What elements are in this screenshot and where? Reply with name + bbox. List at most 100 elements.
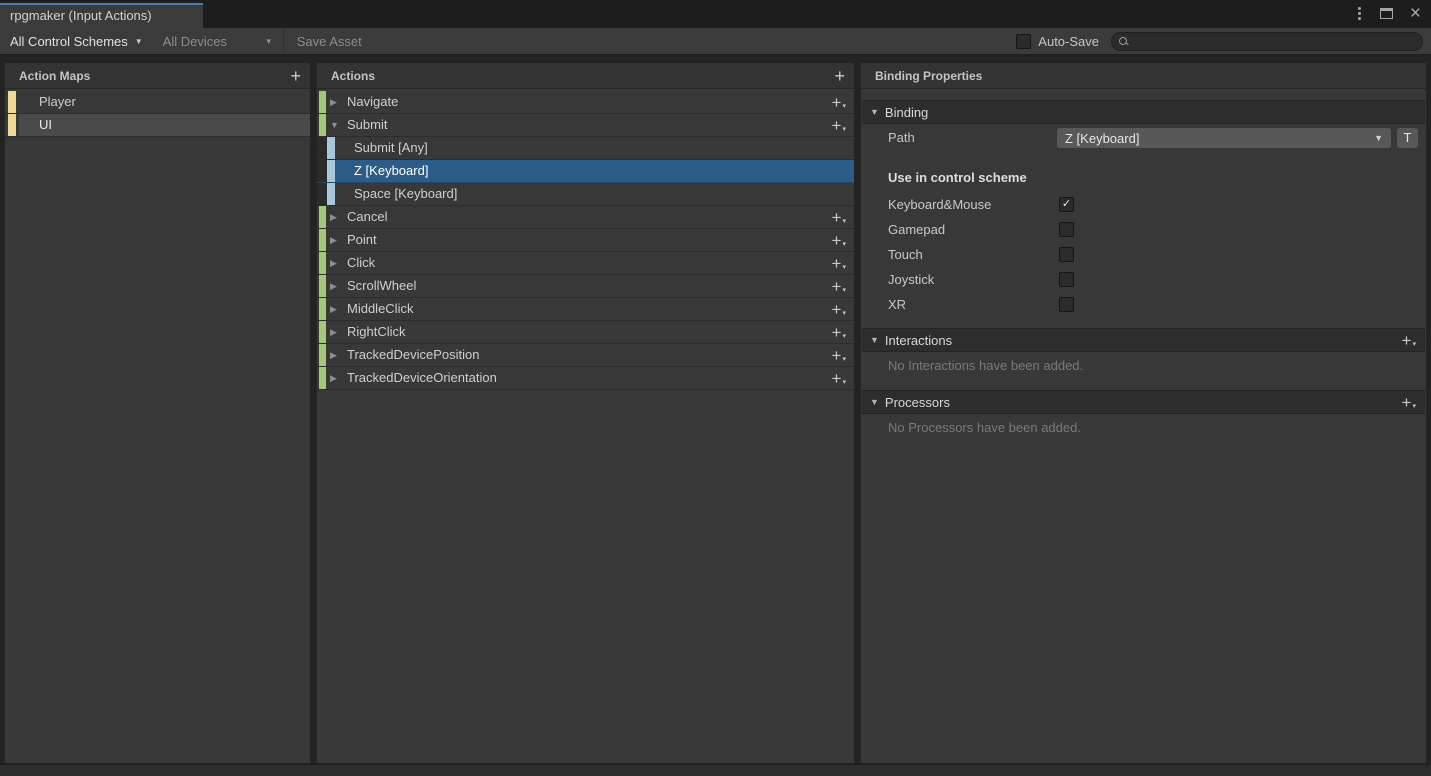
foldout-closed-icon[interactable]: ▶: [330, 344, 337, 367]
foldout-closed-icon[interactable]: ▶: [330, 367, 337, 390]
foldout-closed-icon[interactable]: ▶: [330, 298, 337, 321]
action-row[interactable]: ▶ Cancel + ▾: [317, 206, 854, 229]
processors-section-label: Processors: [884, 394, 950, 410]
binding-row[interactable]: Z [Keyboard]: [317, 160, 854, 183]
action-row[interactable]: ▶ ScrollWheel + ▾: [317, 275, 854, 298]
row-label: Click: [347, 255, 376, 270]
scheme-checkbox[interactable]: [1059, 247, 1074, 262]
add-binding-button[interactable]: + ▾: [832, 275, 846, 297]
binding-row[interactable]: Submit [Any]: [317, 137, 854, 160]
processors-foldout[interactable]: ▼ Processors + ▾: [862, 390, 1425, 414]
row-label: Point: [347, 232, 377, 247]
add-interaction-button[interactable]: + ▾: [1402, 329, 1416, 351]
save-asset-button[interactable]: Save Asset: [284, 34, 375, 49]
path-row: Path Z [Keyboard] ▼ T: [861, 127, 1426, 149]
chevron-down-icon: ▼: [134, 37, 143, 46]
scheme-label: Keyboard&Mouse: [888, 197, 992, 212]
window-titlebar: rpgmaker (Input Actions) ×: [0, 0, 1431, 28]
asset-tab[interactable]: rpgmaker (Input Actions): [0, 3, 203, 28]
control-scheme-list: Keyboard&Mouse ✓ Gamepad Touch Joystick XR: [861, 192, 1426, 317]
search-icon: [1119, 36, 1128, 46]
foldout-closed-icon[interactable]: ▶: [330, 252, 337, 275]
binding-foldout[interactable]: ▼ Binding: [862, 100, 1425, 124]
devices-dropdown[interactable]: All Devices ▼: [153, 28, 283, 54]
add-action-map-button[interactable]: +: [290, 67, 301, 85]
text-path-toggle-button[interactable]: T: [1397, 128, 1418, 148]
add-binding-button[interactable]: + ▾: [832, 298, 846, 320]
actions-panel: Actions + ▶ Navigate + ▾ ▼ Submit + ▾ Submit [An…: [316, 62, 855, 764]
action-maps-title: Action Maps: [19, 68, 91, 83]
foldout-closed-icon[interactable]: ▶: [330, 206, 337, 229]
foldout-open-icon[interactable]: ▼: [330, 114, 339, 137]
chevron-down-icon: ▼: [1374, 133, 1383, 143]
binding-row[interactable]: Space [Keyboard]: [317, 183, 854, 206]
row-label: TrackedDevicePosition: [347, 347, 480, 362]
action-map-row[interactable]: UI: [5, 114, 310, 137]
control-schemes-label: All Control Schemes: [10, 33, 128, 49]
path-label: Path: [888, 130, 915, 145]
maximize-icon[interactable]: [1379, 8, 1393, 19]
window-menu-icon[interactable]: [1356, 5, 1363, 22]
control-scheme-row: XR: [861, 292, 1426, 317]
add-binding-button[interactable]: + ▾: [832, 91, 846, 113]
action-row[interactable]: ▶ RightClick + ▾: [317, 321, 854, 344]
foldout-open-icon: ▼: [870, 335, 879, 345]
control-scheme-row: Keyboard&Mouse ✓: [861, 192, 1426, 217]
window-controls: ×: [1356, 0, 1421, 27]
chevron-down-icon: ▼: [264, 37, 273, 46]
add-binding-button[interactable]: + ▾: [832, 344, 846, 366]
action-row[interactable]: ▶ Click + ▾: [317, 252, 854, 275]
actions-title: Actions: [331, 68, 376, 83]
foldout-closed-icon[interactable]: ▶: [330, 91, 337, 114]
scheme-checkbox[interactable]: [1059, 222, 1074, 237]
add-binding-button[interactable]: + ▾: [832, 114, 846, 136]
add-binding-button[interactable]: + ▾: [832, 229, 846, 251]
action-row[interactable]: ▶ Navigate + ▾: [317, 91, 854, 114]
scheme-checkbox[interactable]: [1059, 272, 1074, 287]
action-row[interactable]: ▶ TrackedDevicePosition + ▾: [317, 344, 854, 367]
row-color-bar: [327, 160, 335, 182]
foldout-closed-icon[interactable]: ▶: [330, 229, 337, 252]
action-row[interactable]: ▶ MiddleClick + ▾: [317, 298, 854, 321]
row-label: Navigate: [347, 94, 399, 109]
indent-strip: [317, 183, 327, 205]
action-row[interactable]: ▶ TrackedDeviceOrientation + ▾: [317, 367, 854, 390]
close-icon[interactable]: ×: [1410, 4, 1421, 23]
add-binding-button[interactable]: + ▾: [832, 206, 846, 228]
scheme-label: Gamepad: [888, 222, 946, 237]
add-binding-button[interactable]: + ▾: [832, 367, 846, 389]
action-row[interactable]: ▼ Submit + ▾: [317, 114, 854, 137]
interactions-section-label: Interactions: [884, 332, 953, 348]
auto-save-checkbox[interactable]: [1016, 33, 1032, 49]
scheme-checkbox[interactable]: [1059, 297, 1074, 312]
foldout-closed-icon[interactable]: ▶: [330, 321, 337, 344]
search-input[interactable]: [1128, 32, 1422, 50]
search-box[interactable]: [1111, 31, 1423, 51]
control-scheme-row: Joystick: [861, 267, 1426, 292]
path-value: Z [Keyboard]: [1065, 130, 1140, 146]
scheme-label: Joystick: [888, 272, 935, 287]
input-actions-window: rpgmaker (Input Actions) × All Control S…: [0, 0, 1431, 776]
foldout-closed-icon[interactable]: ▶: [330, 275, 337, 298]
action-map-label: UI: [39, 117, 52, 132]
add-binding-button[interactable]: + ▾: [832, 321, 846, 343]
interactions-foldout[interactable]: ▼ Interactions + ▾: [862, 328, 1425, 352]
indent-strip: [317, 137, 327, 159]
add-binding-button[interactable]: + ▾: [832, 252, 846, 274]
row-label: Submit [Any]: [354, 140, 428, 155]
scheme-checkbox[interactable]: ✓: [1059, 197, 1074, 212]
action-row[interactable]: ▶ Point + ▾: [317, 229, 854, 252]
control-schemes-dropdown[interactable]: All Control Schemes ▼: [0, 28, 153, 54]
actions-list: ▶ Navigate + ▾ ▼ Submit + ▾ Submit [Any] Z [Keybo…: [317, 89, 854, 390]
add-action-button[interactable]: +: [834, 67, 845, 85]
row-label: Z [Keyboard]: [354, 163, 429, 178]
asset-tab-title: rpgmaker (Input Actions): [10, 8, 152, 23]
row-label: Space [Keyboard]: [354, 186, 458, 201]
row-label: TrackedDeviceOrientation: [347, 370, 497, 385]
action-map-row[interactable]: Player: [5, 91, 310, 114]
path-dropdown[interactable]: Z [Keyboard] ▼: [1057, 128, 1391, 148]
add-processor-button[interactable]: + ▾: [1402, 391, 1416, 413]
row-color-bar: [319, 229, 326, 251]
row-color-bar: [319, 367, 326, 389]
scheme-label: XR: [888, 297, 907, 312]
